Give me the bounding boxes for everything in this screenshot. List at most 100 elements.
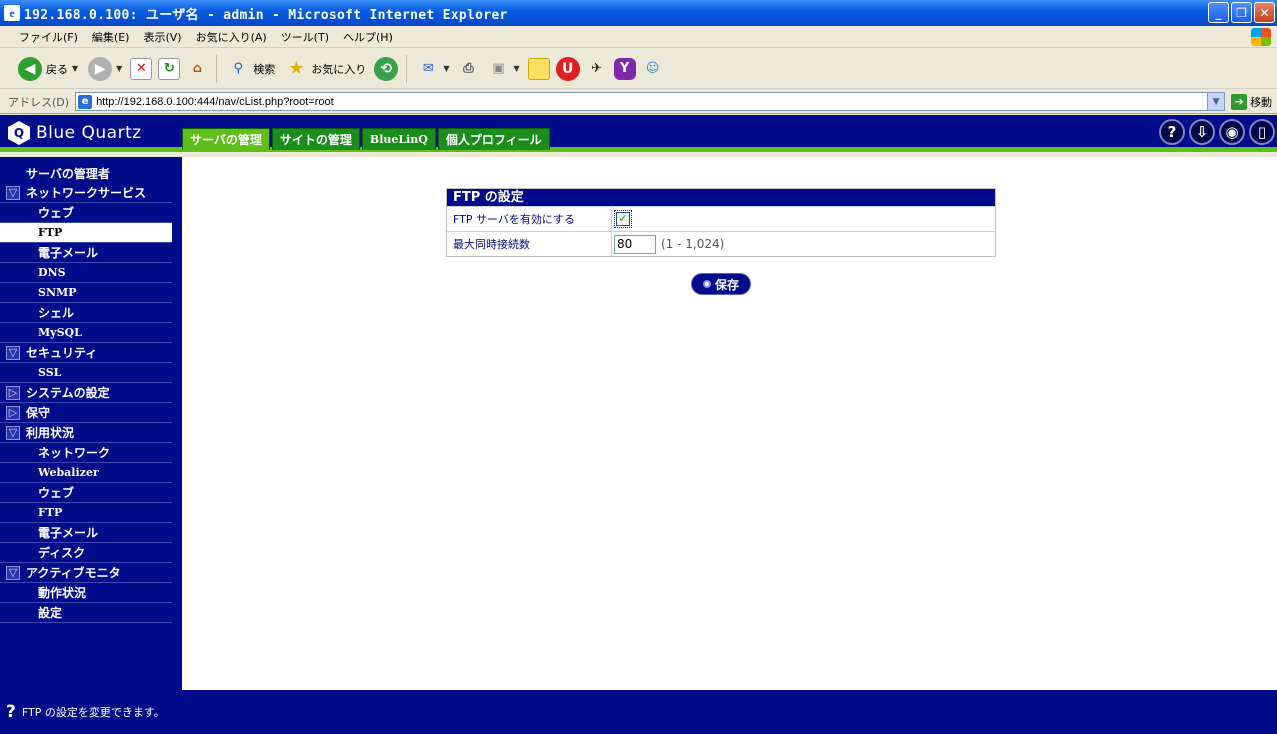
history-icon[interactable]: ⟲	[374, 56, 399, 81]
sidebar-item-label: 電子メール	[38, 526, 99, 540]
menu-help[interactable]: ヘルプ(H)	[336, 29, 400, 45]
save-button[interactable]: 保存	[692, 274, 750, 294]
enable-ftp-label: FTP サーバを有効にする	[447, 207, 612, 231]
window-titlebar: e 192.168.0.100: ユーザ名 - admin - Microsof…	[0, 0, 1277, 26]
u-icon[interactable]: U	[555, 56, 580, 81]
tab-server-admin[interactable]: サーバの管理	[182, 128, 270, 150]
cursor-icon[interactable]: ✈	[586, 58, 608, 80]
sidebar-item-10[interactable]: ▷ システムの設定	[0, 383, 172, 403]
sidebar-item-21[interactable]: 設定	[0, 603, 172, 623]
sidebar-item-6[interactable]: シェル	[0, 303, 172, 323]
sidebar-item-20[interactable]: 動作状況	[0, 583, 172, 603]
sidebar-item-1[interactable]: ウェブ	[0, 203, 172, 223]
status-text: FTP の設定を変更できます。	[21, 706, 165, 719]
sidebar-item-5[interactable]: SNMP	[0, 283, 172, 303]
sidebar-item-7[interactable]: MySQL	[0, 323, 172, 343]
favorites-button[interactable]: ★ お気に入り	[283, 54, 368, 84]
forward-button[interactable]: ▶ ▼	[86, 54, 124, 84]
tab-personal-profile[interactable]: 個人プロフィール	[437, 128, 550, 150]
sidebar-item-label: 動作状況	[38, 586, 87, 600]
main-content: FTP の設定 FTP サーバを有効にする ✓ 最大同時接続数 (1 - 1,0…	[182, 157, 1277, 690]
triangle-right-icon[interactable]: ▷	[6, 405, 20, 420]
ie-icon: e	[4, 5, 20, 21]
print-icon[interactable]: ⎙	[457, 58, 479, 80]
back-button[interactable]: ◀ 戻る ▼	[16, 54, 80, 84]
logout-icon[interactable]: ▯	[1249, 119, 1275, 145]
sidebar-item-16[interactable]: FTP	[0, 503, 172, 523]
address-input[interactable]: e http://192.168.0.100:444/nav/cList.php…	[75, 92, 1226, 111]
browser-toolbar: ◀ 戻る ▼ ▶ ▼ ✕ ↻ ⌂ ⚲ 検索 ★ お気に入り ⟲ ✉ ▼ ⎙ ▣ …	[0, 49, 1277, 89]
sidebar-item-13[interactable]: ネットワーク	[0, 443, 172, 463]
blue-quartz-logo: Q Blue Quartz	[8, 121, 142, 145]
sidebar-item-18[interactable]: ディスク	[0, 543, 172, 563]
go-arrow-icon: ➔	[1231, 93, 1248, 110]
eye-icon[interactable]: ◉	[1219, 119, 1245, 145]
menu-favorites[interactable]: お気に入り(A)	[189, 29, 274, 45]
triangle-right-icon[interactable]: ▷	[6, 385, 20, 400]
sidebar-item-15[interactable]: ウェブ	[0, 483, 172, 503]
address-dropdown-icon[interactable]: ▼	[1207, 93, 1225, 110]
maximize-button[interactable]: ❐	[1231, 2, 1252, 23]
sidebar-item-4[interactable]: DNS	[0, 263, 172, 283]
sidebar-item-label: セキュリティ	[26, 346, 98, 360]
mail-button[interactable]: ✉ ▼	[415, 54, 451, 84]
search-icon: ⚲	[233, 61, 244, 76]
yahoo-messenger-icon[interactable]: Y	[613, 57, 636, 80]
bullet-icon	[702, 280, 711, 288]
home-icon[interactable]: ⌂	[186, 58, 208, 80]
dropdown-arrow-icon[interactable]: ▼	[513, 64, 519, 73]
menu-tools[interactable]: ツール(T)	[274, 29, 336, 45]
triangle-down-icon[interactable]: ▽	[6, 425, 20, 440]
help-icon[interactable]: ?	[1159, 119, 1185, 145]
sidebar-item-8[interactable]: ▽ セキュリティ	[0, 343, 172, 363]
edit-icon: ▣	[492, 61, 505, 76]
tab-site-admin[interactable]: サイトの管理	[271, 128, 360, 150]
sidebar-item-label: SNMP	[38, 286, 77, 299]
sidebar-item-3[interactable]: 電子メール	[0, 243, 172, 263]
main-tabs: サーバの管理 サイトの管理 BlueLinQ 個人プロフィール	[182, 128, 550, 150]
stop-icon[interactable]: ✕	[130, 57, 153, 80]
dropdown-arrow-icon[interactable]: ▼	[443, 64, 449, 73]
max-connections-input[interactable]	[614, 234, 656, 254]
menu-file[interactable]: ファイル(F)	[12, 29, 85, 45]
sidebar-item-19[interactable]: ▽ アクティブモニタ	[0, 563, 172, 583]
note-icon[interactable]	[527, 57, 550, 80]
tab-bluelinq[interactable]: BlueLinQ	[361, 128, 436, 150]
app-header: Q Blue Quartz サーバの管理 サイトの管理 BlueLinQ 個人プ…	[0, 115, 1277, 152]
forward-arrow-icon: ▶	[88, 56, 113, 81]
triangle-down-icon[interactable]: ▽	[6, 185, 20, 200]
messenger-icon[interactable]: ☺	[642, 58, 664, 80]
refresh-icon[interactable]: ↻	[158, 57, 181, 80]
sidebar-item-0[interactable]: ▽ ネットワークサービス	[0, 183, 172, 203]
sidebar-item-label: 利用状況	[26, 426, 75, 440]
dropdown-arrow-icon[interactable]: ▼	[72, 64, 78, 73]
back-arrow-icon: ◀	[18, 56, 42, 81]
sidebar-item-11[interactable]: ▷ 保守	[0, 403, 172, 423]
sidebar-item-label: FTP	[38, 226, 63, 239]
search-button[interactable]: ⚲ 検索	[225, 54, 277, 84]
minimize-button[interactable]: _	[1208, 2, 1229, 23]
close-button[interactable]: ✕	[1254, 2, 1275, 23]
edit-button[interactable]: ▣ ▼	[485, 54, 521, 84]
panel-title: FTP の設定	[447, 189, 995, 206]
update-icon[interactable]: ⇩	[1189, 119, 1215, 145]
triangle-down-icon[interactable]: ▽	[6, 345, 20, 360]
enable-ftp-checkbox[interactable]: ✓	[614, 210, 632, 228]
go-button[interactable]: ➔ 移動	[1231, 93, 1272, 110]
save-label: 保存	[714, 277, 739, 292]
sidebar-item-label: システムの設定	[26, 386, 110, 400]
dropdown-arrow-icon[interactable]: ▼	[116, 64, 122, 73]
sidebar-item-17[interactable]: 電子メール	[0, 523, 172, 543]
star-icon: ★	[288, 58, 305, 79]
sidebar-item-12[interactable]: ▽ 利用状況	[0, 423, 172, 443]
menu-view[interactable]: 表示(V)	[136, 29, 188, 45]
menu-edit[interactable]: 編集(E)	[85, 29, 137, 45]
sidebar-item-2[interactable]: FTP	[0, 223, 172, 243]
sidebar-item-9[interactable]: SSL	[0, 363, 172, 383]
sidebar-item-label: ウェブ	[38, 486, 75, 500]
sidebar-item-label: ネットワーク	[38, 446, 111, 460]
sidebar-top-server-admin[interactable]: サーバの管理者	[0, 163, 172, 183]
sidebar-item-14[interactable]: Webalizer	[0, 463, 172, 483]
triangle-down-icon[interactable]: ▽	[6, 565, 20, 580]
toolbar-separator	[216, 54, 218, 83]
